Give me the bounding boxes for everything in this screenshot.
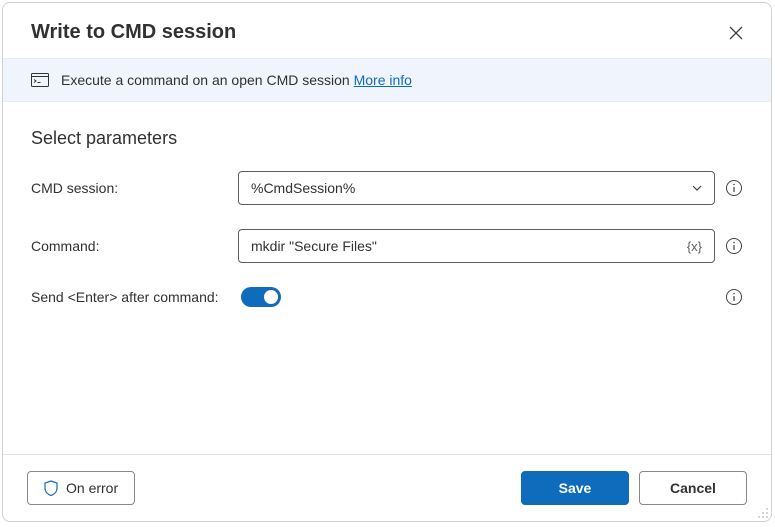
enter-label: Send <Enter> after command: xyxy=(31,289,219,305)
session-value: %CmdSession% xyxy=(251,180,355,196)
command-input[interactable] xyxy=(251,238,683,254)
variable-picker-button[interactable]: {x} xyxy=(683,237,706,256)
close-icon xyxy=(729,26,743,40)
field-row-session: CMD session: %CmdSession% xyxy=(31,171,743,205)
dialog-header: Write to CMD session xyxy=(3,3,771,58)
close-button[interactable] xyxy=(725,22,747,44)
banner-text: Execute a command on an open CMD session… xyxy=(61,72,412,88)
chevron-down-icon xyxy=(690,181,704,195)
on-error-label: On error xyxy=(66,480,118,496)
more-info-link[interactable]: More info xyxy=(354,72,412,88)
session-select[interactable]: %CmdSession% xyxy=(238,171,715,205)
info-icon[interactable] xyxy=(725,237,743,255)
info-banner: Execute a command on an open CMD session… xyxy=(3,58,771,102)
toggle-knob xyxy=(264,290,278,304)
info-icon[interactable] xyxy=(725,288,743,306)
footer-actions: Save Cancel xyxy=(521,471,747,505)
dialog: Write to CMD session Execute a command o… xyxy=(2,2,772,522)
command-input-wrapper: {x} xyxy=(238,229,715,263)
cmd-icon xyxy=(31,72,49,88)
save-button[interactable]: Save xyxy=(521,471,629,505)
field-row-enter: Send <Enter> after command: xyxy=(31,287,743,307)
shield-icon xyxy=(44,480,58,496)
content-area: Select parameters CMD session: %CmdSessi… xyxy=(3,102,771,454)
field-row-command: Command: {x} xyxy=(31,229,743,263)
session-label: CMD session: xyxy=(31,180,226,196)
cancel-button[interactable]: Cancel xyxy=(639,471,747,505)
banner-description: Execute a command on an open CMD session xyxy=(61,72,350,88)
resize-grip-icon[interactable] xyxy=(757,507,769,519)
info-icon[interactable] xyxy=(725,179,743,197)
enter-toggle[interactable] xyxy=(241,287,281,307)
dialog-footer: On error Save Cancel xyxy=(3,454,771,521)
on-error-button[interactable]: On error xyxy=(27,471,135,505)
dialog-title: Write to CMD session xyxy=(31,21,236,44)
section-title: Select parameters xyxy=(31,128,743,149)
command-label: Command: xyxy=(31,238,226,254)
